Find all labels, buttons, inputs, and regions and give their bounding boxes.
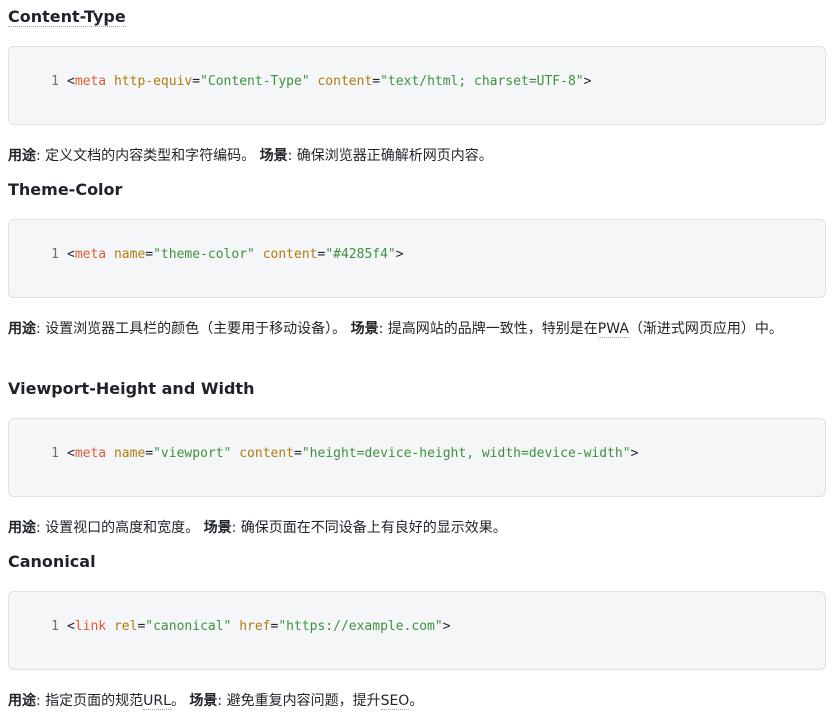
code-value: "#4285f4" bbox=[325, 247, 396, 262]
pwa-term-link[interactable]: PWA bbox=[597, 321, 629, 338]
scene-label: 场景 bbox=[350, 321, 379, 337]
code-tag: meta bbox=[74, 247, 107, 262]
section-description: 用途: 设置视口的高度和宽度。 场景: 确保页面在不同设备上有良好的显示效果。 bbox=[8, 517, 830, 539]
url-term-link[interactable]: URL bbox=[143, 693, 171, 710]
code-attr: content bbox=[239, 446, 295, 461]
section-title: Theme-Color bbox=[8, 180, 123, 199]
code-tag: meta bbox=[74, 74, 107, 89]
code-punctuation: > bbox=[583, 74, 592, 89]
scene-text: 。 bbox=[409, 693, 424, 709]
use-text: : 设置浏览器工具栏的颜色（主要用于移动设备）。 bbox=[36, 321, 351, 337]
code-punctuation: > bbox=[630, 446, 639, 461]
section-heading-theme-color: Theme-Color bbox=[8, 179, 122, 201]
code-attr: content bbox=[317, 74, 373, 89]
line-number: 1 bbox=[51, 619, 59, 634]
scene-text: : 避免重复内容问题，提升 bbox=[217, 693, 381, 709]
use-text: 。 bbox=[170, 693, 190, 709]
code-attr: rel bbox=[113, 619, 138, 634]
code-value: "height=device-height, width=device-widt… bbox=[301, 446, 631, 461]
code-attr: content bbox=[262, 247, 318, 262]
section-description: 用途: 指定页面的规范URL。 场景: 避免重复内容问题，提升SEO。 bbox=[8, 690, 830, 712]
use-text: : 设置视口的高度和宽度。 bbox=[36, 520, 204, 536]
section-title: Content-Type bbox=[8, 7, 126, 27]
code-punctuation: > bbox=[442, 619, 451, 634]
code-line: 1 <meta http-equiv="Content-Type" content… bbox=[45, 72, 591, 92]
use-label: 用途 bbox=[8, 148, 36, 164]
line-number: 1 bbox=[51, 446, 59, 461]
scene-text: : 提高网站的品牌一致性，特别是在 bbox=[378, 321, 598, 337]
code-punctuation: > bbox=[395, 247, 404, 262]
use-text: : 定义文档的内容类型和字符编码。 bbox=[36, 148, 260, 164]
code-line: 1 <meta name="viewport" content="height=d… bbox=[45, 444, 638, 464]
use-text: : 指定页面的规范 bbox=[36, 693, 144, 709]
line-number: 1 bbox=[51, 247, 59, 262]
code-block-theme-color[interactable]: 1 <meta name="theme-color" content="#4285… bbox=[8, 219, 826, 298]
section-title: Viewport-Height and Width bbox=[8, 379, 255, 398]
code-punctuation: < bbox=[67, 619, 75, 634]
use-label: 用途 bbox=[8, 321, 36, 337]
section-description: 用途: 定义文档的内容类型和字符编码。 场景: 确保浏览器正确解析网页内容。 bbox=[8, 145, 830, 167]
code-tag: meta bbox=[74, 446, 107, 461]
section-heading-viewport: Viewport-Height and Width bbox=[8, 378, 254, 400]
code-attr: http-equiv bbox=[113, 74, 193, 89]
code-tag: link bbox=[74, 619, 107, 634]
code-attr: name bbox=[113, 446, 146, 461]
code-value: "viewport" bbox=[153, 446, 232, 461]
code-punctuation: < bbox=[67, 247, 75, 262]
section-heading-content-type: Content-Type bbox=[8, 6, 126, 28]
code-value: "https://example.com" bbox=[278, 619, 443, 634]
section-title: Canonical bbox=[8, 552, 96, 571]
code-block-content-type[interactable]: 1 <meta http-equiv="Content-Type" content… bbox=[8, 46, 826, 125]
code-value: "text/html; charset=UTF-8" bbox=[380, 74, 584, 89]
scene-label: 场景 bbox=[203, 520, 232, 536]
code-value: "Content-Type" bbox=[200, 74, 310, 89]
code-attr: href bbox=[239, 619, 271, 634]
use-label: 用途 bbox=[8, 693, 36, 709]
code-value: "canonical" bbox=[145, 619, 232, 634]
code-attr: name bbox=[113, 247, 146, 262]
code-block-canonical[interactable]: 1 <link rel="canonical" href="https://exa… bbox=[8, 591, 826, 670]
section-heading-canonical: Canonical bbox=[8, 551, 96, 573]
scene-text: （渐进式网页应用）中。 bbox=[628, 321, 783, 337]
scene-text: : 确保页面在不同设备上有良好的显示效果。 bbox=[231, 520, 507, 536]
scene-label: 场景 bbox=[259, 148, 288, 164]
scene-label: 场景 bbox=[189, 693, 218, 709]
code-line: 1 <link rel="canonical" href="https://exa… bbox=[45, 617, 451, 637]
code-punctuation: < bbox=[67, 446, 75, 461]
code-block-viewport[interactable]: 1 <meta name="viewport" content="height=d… bbox=[8, 418, 826, 497]
section-description: 用途: 设置浏览器工具栏的颜色（主要用于移动设备）。 场景: 提高网站的品牌一致… bbox=[8, 318, 830, 340]
line-number: 1 bbox=[51, 74, 59, 89]
code-punctuation: < bbox=[67, 74, 75, 89]
code-line: 1 <meta name="theme-color" content="#4285… bbox=[45, 245, 404, 265]
code-value: "theme-color" bbox=[153, 247, 255, 262]
use-label: 用途 bbox=[8, 520, 36, 536]
seo-term-link[interactable]: SEO bbox=[380, 693, 410, 710]
scene-text: : 确保浏览器正确解析网页内容。 bbox=[287, 148, 493, 164]
